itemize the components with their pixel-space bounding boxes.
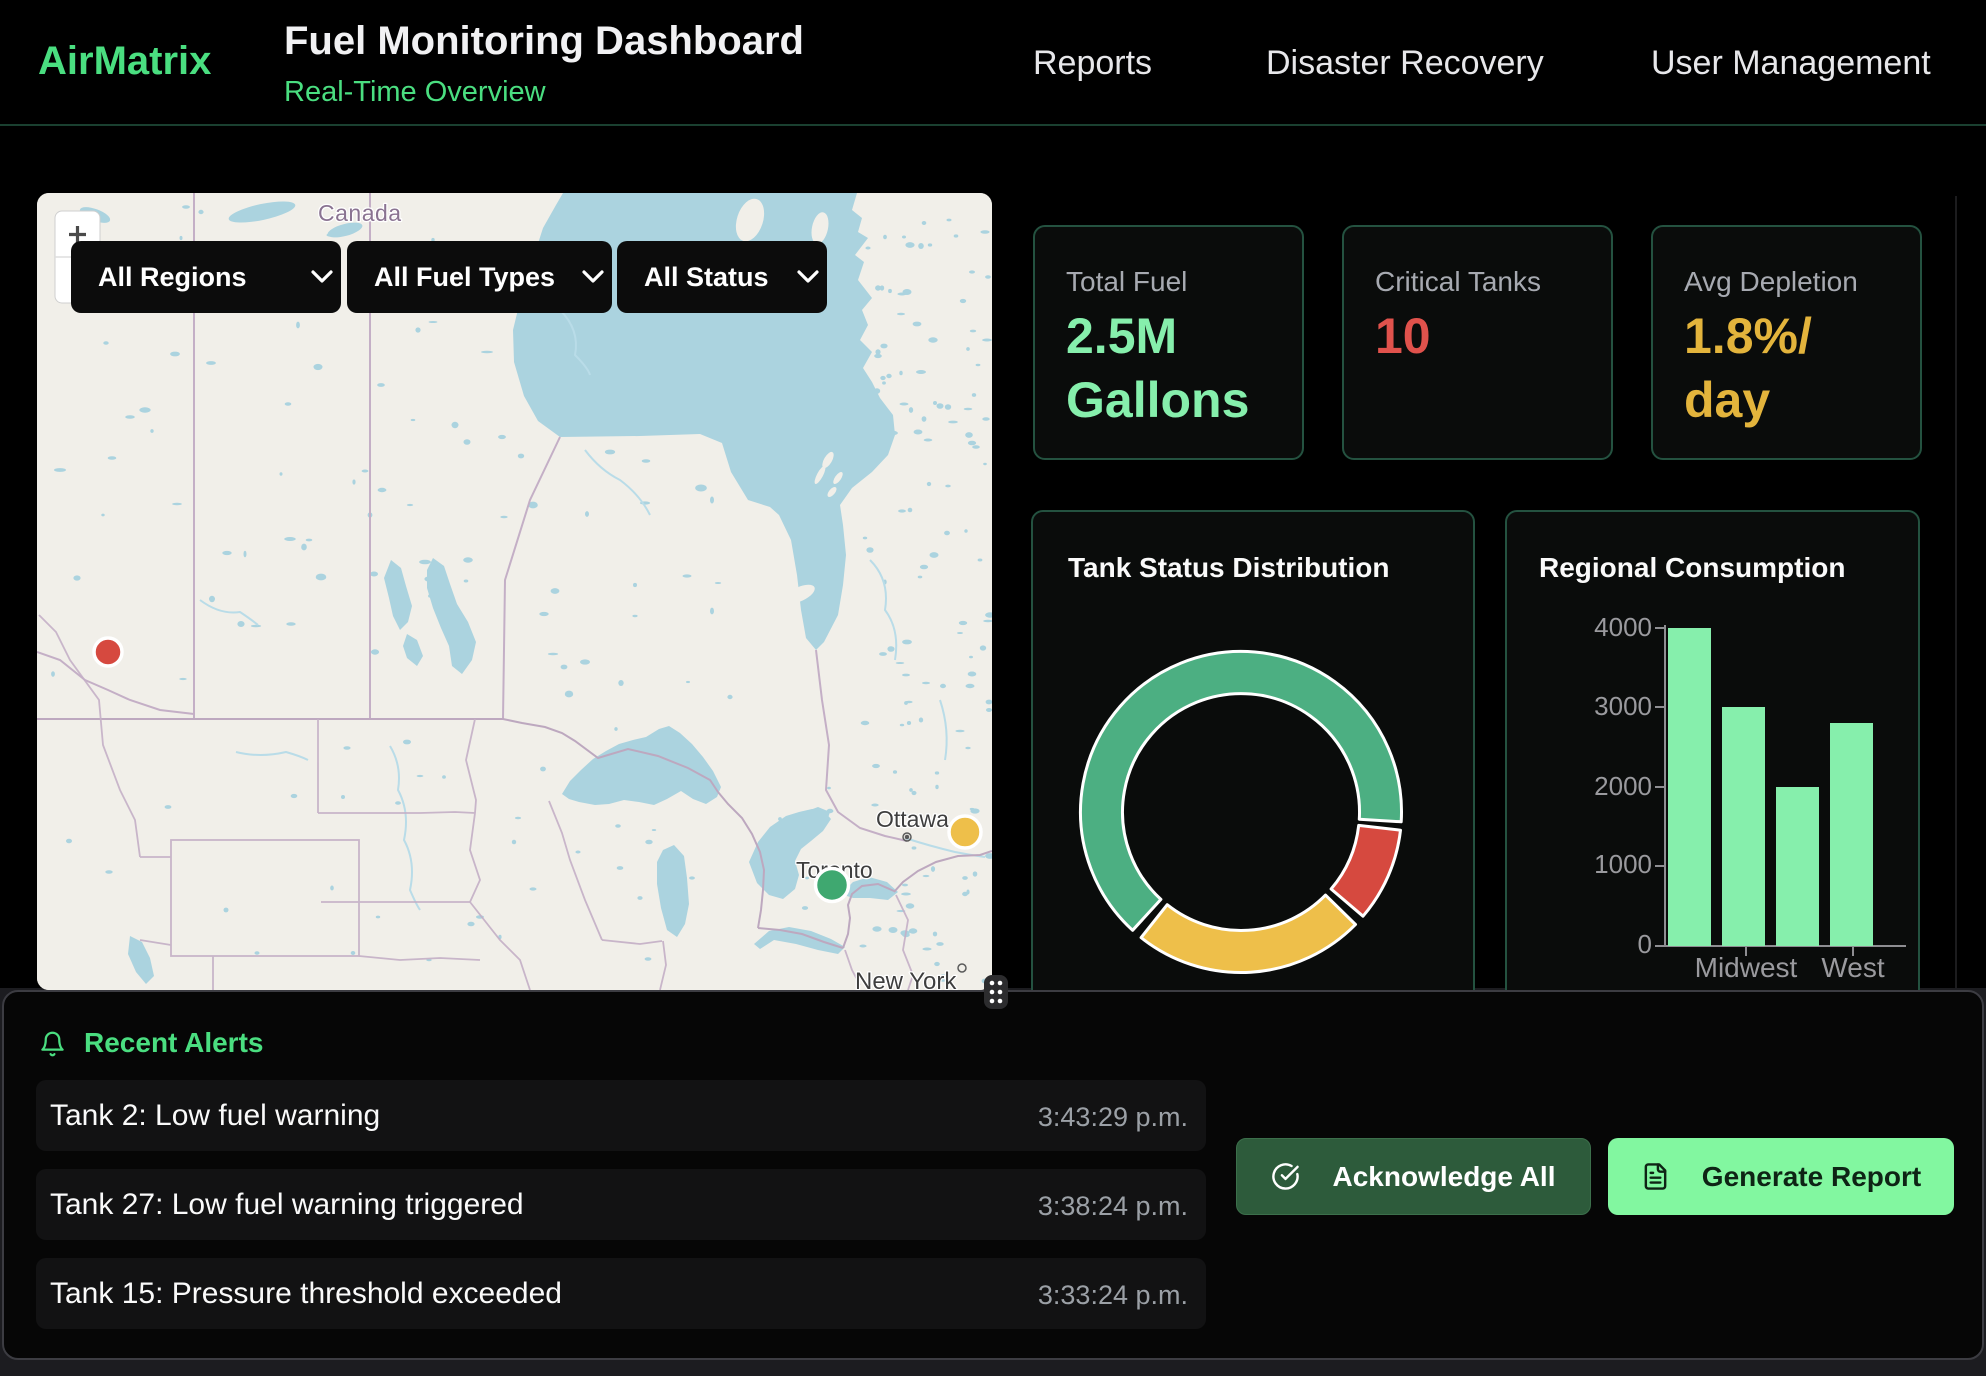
svg-text:New York: New York xyxy=(855,968,957,990)
svg-text:Ottawa: Ottawa xyxy=(876,806,949,832)
svg-text:1000: 1000 xyxy=(1594,849,1652,879)
svg-text:3000: 3000 xyxy=(1594,691,1652,721)
svg-text:2000: 2000 xyxy=(1594,771,1652,801)
svg-text:0: 0 xyxy=(1638,929,1652,959)
svg-text:4000: 4000 xyxy=(1594,612,1652,642)
svg-text:Canada: Canada xyxy=(318,200,402,226)
svg-text:West: West xyxy=(1821,952,1884,983)
svg-text:Midwest: Midwest xyxy=(1695,952,1798,983)
